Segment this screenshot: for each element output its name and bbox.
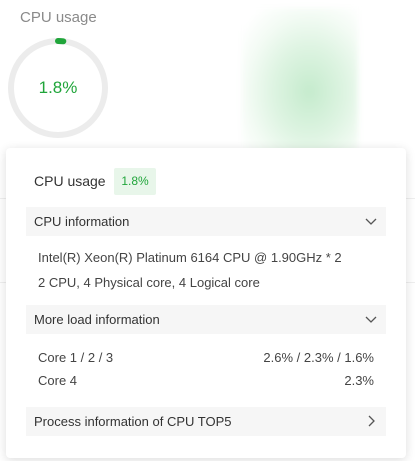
process-information-top5-row[interactable]: Process information of CPU TOP5 [26, 407, 386, 436]
section-label: Process information of CPU TOP5 [34, 414, 232, 429]
popover-title: CPU usage [34, 173, 106, 189]
gauge-value: 1.8% [38, 78, 78, 97]
screen: CPU usage 1.8% CPU usage 1.8% CPU inform… [0, 0, 415, 461]
cpu-information-header[interactable]: CPU information [26, 207, 386, 236]
divider [406, 282, 415, 283]
usage-badge: 1.8% [114, 168, 156, 195]
chevron-right-icon [368, 415, 375, 427]
section-label: More load information [34, 312, 160, 327]
blurred-preview [242, 8, 358, 160]
chevron-down-icon [365, 316, 377, 323]
core-load-value: 2.6% / 2.3% / 1.6% [263, 350, 374, 365]
more-load-information-header[interactable]: More load information [26, 305, 386, 334]
cpu-usage-card-title: CPU usage [20, 9, 97, 26]
cpu-cores-text: 2 CPU, 4 Physical core, 4 Logical core [38, 275, 260, 290]
section-label: CPU information [34, 214, 130, 229]
chevron-down-icon [365, 218, 377, 225]
core-load-label: Core 4 [38, 373, 78, 388]
cpu-model-text: Intel(R) Xeon(R) Platinum 6164 CPU @ 1.9… [38, 250, 342, 265]
core-load-label: Core 1 / 2 / 3 [38, 350, 114, 365]
divider [406, 198, 415, 199]
cpu-usage-popover: CPU usage 1.8% CPU information Intel(R) … [6, 148, 406, 458]
core-load-value: 2.3% [344, 373, 374, 388]
